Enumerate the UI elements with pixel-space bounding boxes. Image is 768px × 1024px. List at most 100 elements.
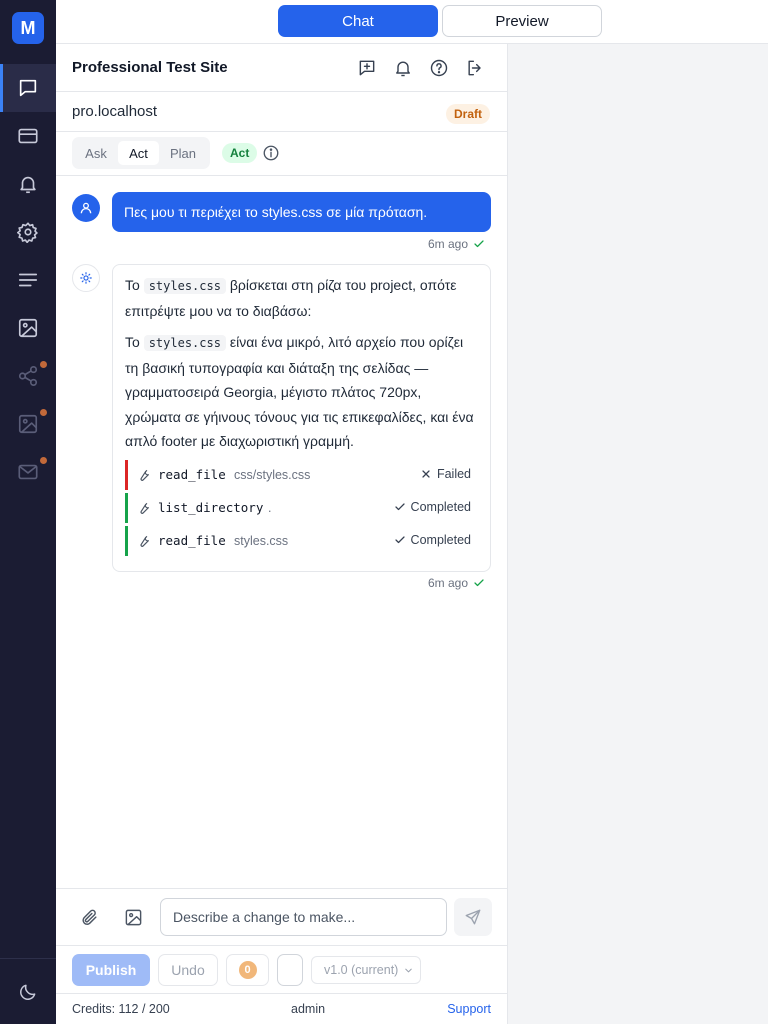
card-icon [17, 125, 39, 147]
site-domain: pro.localhost [72, 103, 158, 120]
check-icon [394, 534, 406, 546]
sidebar: M [0, 0, 56, 1024]
sidebar-item-content[interactable] [0, 256, 56, 304]
tool-name: list_directory [158, 500, 264, 515]
message-time: 6m ago [427, 576, 468, 590]
tool-status: Failed [420, 467, 471, 481]
site-name: Professional Test Site [72, 59, 228, 76]
logout-icon[interactable] [463, 56, 487, 80]
send-button[interactable] [454, 898, 492, 936]
bell-icon[interactable] [391, 56, 415, 80]
bell-icon [17, 173, 39, 195]
tool-arg: css/styles.css [234, 468, 311, 482]
moon-icon [18, 982, 38, 1002]
tool-arg: . [268, 501, 272, 515]
lines-icon [17, 269, 39, 291]
inline-code: styles.css [143, 278, 226, 294]
assistant-message-meta: 6m ago [428, 576, 485, 590]
sidebar-item-card[interactable] [0, 112, 56, 160]
undo-button[interactable]: Undo [158, 954, 218, 986]
mode-selector: Ask Act Plan [72, 137, 210, 169]
changes-count: 0 [238, 961, 257, 979]
action-bar: Publish Undo 0 v1.0 (current) [56, 945, 507, 993]
toggle-button[interactable] [277, 954, 303, 986]
changes-count-button[interactable]: 0 [226, 954, 269, 986]
assistant-message: Το styles.css βρίσκεται στη ρίζα του pro… [112, 264, 491, 572]
footer: Credits: 112 / 200 admin Support [56, 993, 507, 1024]
paragraph-text: Το [125, 334, 140, 350]
message-input[interactable] [160, 898, 447, 936]
theme-toggle[interactable] [0, 958, 56, 1024]
chevron-down-icon [403, 965, 414, 976]
tool-status-label: Completed [410, 533, 471, 547]
publish-button[interactable]: Publish [72, 954, 150, 986]
message-time: 6m ago [427, 237, 468, 251]
tool-name: read_file [158, 533, 226, 548]
send-icon [464, 908, 482, 926]
gear-icon [17, 221, 39, 243]
check-icon [394, 501, 406, 513]
version-label: v1.0 (current) [324, 963, 399, 977]
notification-dot [40, 457, 47, 464]
sidebar-item-share[interactable] [0, 352, 56, 400]
app-logo[interactable]: M [12, 12, 44, 44]
credits: Credits: 112 / 200 [72, 1002, 170, 1016]
notification-dot [40, 361, 47, 368]
tool-arg: styles.css [234, 534, 289, 548]
check-icon [473, 577, 485, 589]
help-icon[interactable] [427, 56, 451, 80]
wrench-icon [137, 501, 151, 515]
mode-act[interactable]: Act [118, 141, 159, 165]
inline-code: styles.css [143, 335, 226, 351]
assistant-paragraph: Το styles.css είναι ένα μικρό, λιτό αρχε… [125, 330, 479, 454]
tool-name: read_file [158, 467, 226, 482]
tool-status: Completed [394, 500, 471, 514]
user-icon [79, 201, 93, 215]
share-icon [17, 365, 39, 387]
sidebar-item-chat[interactable] [0, 64, 56, 112]
paragraph-text: είναι ένα μικρό, λιτό αρχείο που ορίζει … [125, 334, 474, 449]
image-upload-icon[interactable] [124, 908, 143, 927]
check-icon [473, 238, 485, 250]
chat-panel: Professional Test Site pro.localhost Dra… [56, 44, 507, 1024]
mode-row: Ask Act Plan Act [56, 132, 507, 176]
user-message-text: Πες μου τι περιέχει το styles.css σε μία… [124, 204, 428, 220]
chat-icon [17, 77, 39, 99]
domain-row: pro.localhost Draft [56, 92, 507, 132]
attach-icon[interactable] [80, 908, 99, 927]
mode-ask[interactable]: Ask [76, 141, 116, 165]
version-select[interactable]: v1.0 (current) [311, 956, 421, 984]
new-chat-icon[interactable] [355, 56, 379, 80]
preview-pane [507, 44, 768, 1024]
tool-call[interactable]: read_file css/styles.css Failed [125, 460, 479, 490]
assistant-avatar [72, 264, 100, 292]
panel-header: Professional Test Site [56, 44, 507, 92]
mode-badge: Act [222, 143, 258, 163]
wrench-icon [137, 534, 151, 548]
notification-dot [40, 409, 47, 416]
username: admin [291, 1002, 326, 1016]
tab-chat[interactable]: Chat [278, 5, 438, 37]
tab-preview[interactable]: Preview [442, 5, 602, 37]
wrench-icon [137, 468, 151, 482]
support-link[interactable]: Support [447, 1002, 491, 1016]
view-tabs: Chat Preview [56, 0, 768, 44]
tool-call[interactable]: read_file styles.css Completed [125, 526, 479, 556]
user-message: Πες μου τι περιέχει το styles.css σε μία… [112, 192, 491, 232]
info-icon[interactable] [262, 144, 280, 162]
user-message-meta: 6m ago [428, 237, 485, 251]
sidebar-item-notifications[interactable] [0, 160, 56, 208]
sidebar-item-settings[interactable] [0, 208, 56, 256]
sidebar-item-media[interactable] [0, 304, 56, 352]
tool-call[interactable]: list_directory . Completed [125, 493, 479, 523]
sidebar-item-gallery[interactable] [0, 400, 56, 448]
image-icon [17, 317, 39, 339]
tool-status: Completed [394, 533, 471, 547]
paragraph-text: Το [125, 277, 140, 293]
mode-plan[interactable]: Plan [161, 141, 205, 165]
sun-icon [79, 271, 93, 285]
sidebar-item-mail[interactable] [0, 448, 56, 496]
tool-status-label: Failed [436, 467, 471, 481]
composer [56, 888, 507, 945]
x-icon [420, 468, 432, 480]
